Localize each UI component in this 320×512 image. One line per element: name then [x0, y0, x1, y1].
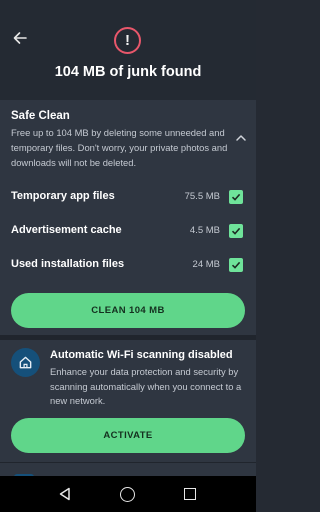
wifi-icon-badge [11, 348, 40, 377]
item-label-install-files: Used installation files [11, 258, 125, 270]
collapse-button[interactable] [233, 130, 249, 146]
check-icon [231, 193, 241, 201]
next-card-peek [0, 462, 256, 476]
check-icon [231, 261, 241, 269]
activate-button[interactable]: ACTIVATE [11, 418, 245, 453]
safe-clean-description: Free up to 104 MB by deleting some unnee… [11, 127, 228, 168]
nav-recents-icon[interactable] [184, 488, 196, 500]
check-icon [231, 227, 241, 235]
nav-back-button[interactable] [57, 486, 73, 502]
page-title: 104 MB of junk found [54, 64, 202, 80]
item-label-temp-app-files: Temporary app files [11, 190, 115, 202]
item-size-ad-cache: 4.5 MB [189, 225, 220, 236]
item-label-ad-cache: Advertisement cache [11, 224, 122, 236]
nav-home-icon[interactable] [120, 487, 135, 502]
item-size-install-files: 24 MB [192, 259, 220, 270]
item-size-temp-app-files: 75.5 MB [184, 191, 220, 202]
nav-back-icon [59, 487, 70, 501]
alert-symbol: ! [125, 32, 130, 49]
home-icon [19, 356, 32, 369]
wifi-title: Automatic Wi-Fi scanning disabled [50, 349, 233, 361]
chevron-up-icon [236, 135, 246, 141]
checkbox-temp-app-files[interactable] [229, 190, 243, 204]
alert-icon: ! [114, 27, 141, 54]
arrow-left-icon [13, 32, 27, 44]
safe-clean-title: Safe Clean [11, 110, 70, 122]
clean-button[interactable]: CLEAN 104 MB [11, 293, 245, 328]
checkbox-install-files[interactable] [229, 258, 243, 272]
checkbox-ad-cache[interactable] [229, 224, 243, 238]
wifi-description: Enhance your data protection and securit… [50, 366, 242, 406]
back-button[interactable] [10, 28, 30, 48]
